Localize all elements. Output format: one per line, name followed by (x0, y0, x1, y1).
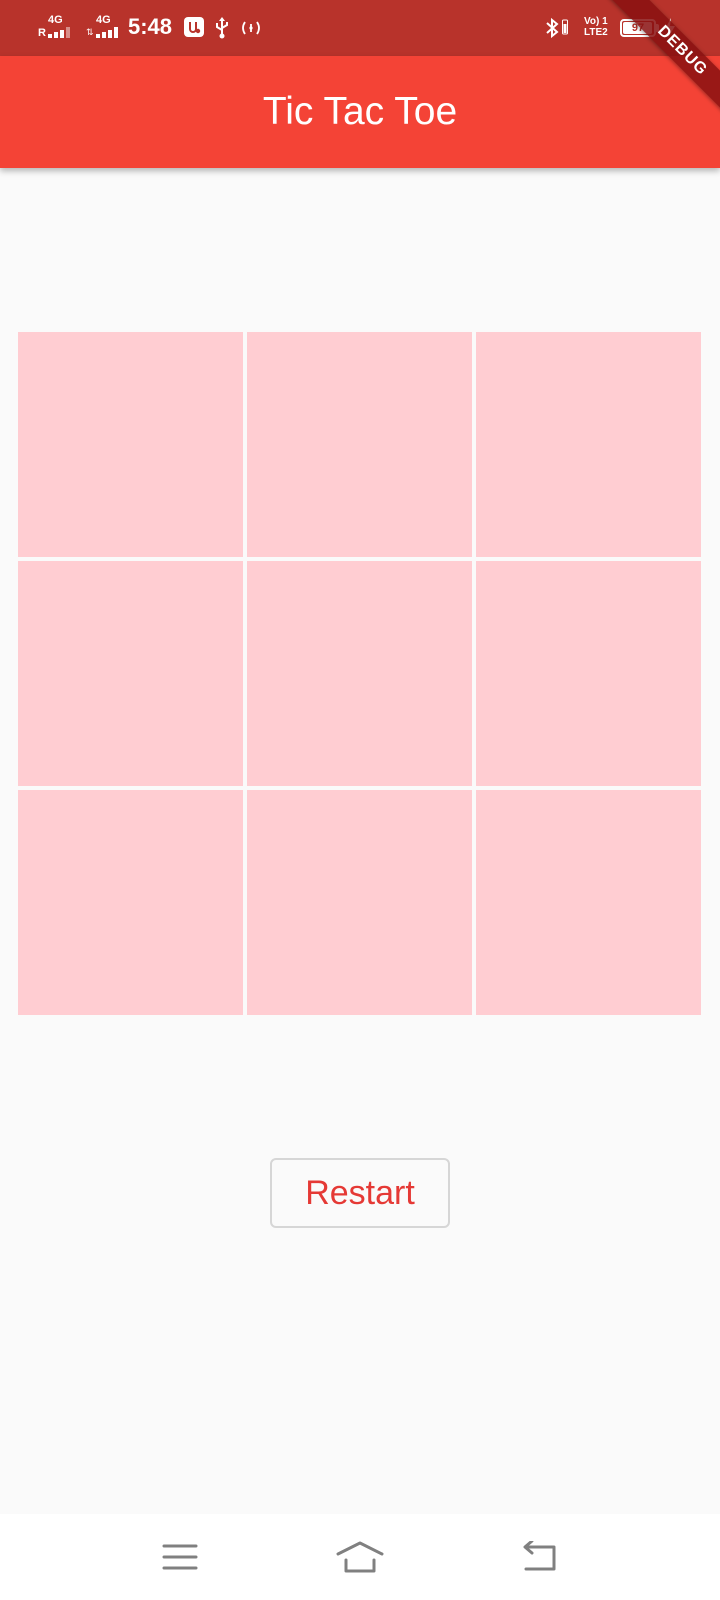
bluetooth-icon (546, 17, 559, 39)
board-cell-8[interactable] (247, 790, 472, 1015)
status-bar: 4G R 4G ⇅ 5:48 Vo) 1 LTE2 97 (0, 0, 720, 56)
usb-icon (216, 17, 228, 39)
recent-apps-button[interactable] (148, 1526, 212, 1588)
board-cell-9[interactable] (476, 790, 701, 1015)
back-button[interactable] (508, 1526, 572, 1588)
battery-percent: 97 (631, 22, 645, 34)
back-icon (523, 1541, 556, 1571)
sim1-signal: 4G R (38, 14, 82, 42)
board-cell-5[interactable] (247, 561, 472, 786)
home-icon (336, 1541, 384, 1573)
bluetooth-battery-icon (562, 19, 568, 35)
sim2-network-type: 4G (96, 14, 111, 26)
board-cell-3[interactable] (476, 332, 701, 557)
board-cell-1[interactable] (18, 332, 243, 557)
battery-icon: 97 (620, 19, 656, 37)
data-activity-icon: ⇅ (86, 27, 94, 37)
sim2-signal-bars-icon (96, 26, 128, 38)
navigation-bar (0, 1514, 720, 1600)
battery-terminal (656, 24, 659, 32)
board-cell-6[interactable] (476, 561, 701, 786)
charging-bolt-icon (665, 18, 675, 38)
app-title: Tic Tac Toe (262, 90, 458, 133)
menu-icon (162, 1544, 198, 1570)
sim2-signal: 4G ⇅ (86, 14, 130, 42)
volte-line-1: Vo) 1 (584, 16, 608, 27)
hotspot-icon (242, 21, 260, 35)
status-time: 5:48 (128, 14, 173, 39)
sim1-network-type: 4G (48, 14, 63, 26)
roaming-indicator: R (38, 27, 46, 39)
home-button[interactable] (328, 1526, 392, 1588)
usb-debug-icon (184, 17, 204, 37)
volte-line-2: LTE2 (584, 27, 608, 38)
board-cell-4[interactable] (18, 561, 243, 786)
board-cell-2[interactable] (247, 332, 472, 557)
sim1-signal-bars-icon (48, 26, 80, 38)
volte-indicator: Vo) 1 LTE2 (584, 16, 608, 38)
game-board (18, 332, 702, 1016)
board-cell-7[interactable] (18, 790, 243, 1015)
app-bar: Tic Tac Toe (0, 56, 720, 168)
restart-button[interactable]: Restart (270, 1158, 450, 1228)
